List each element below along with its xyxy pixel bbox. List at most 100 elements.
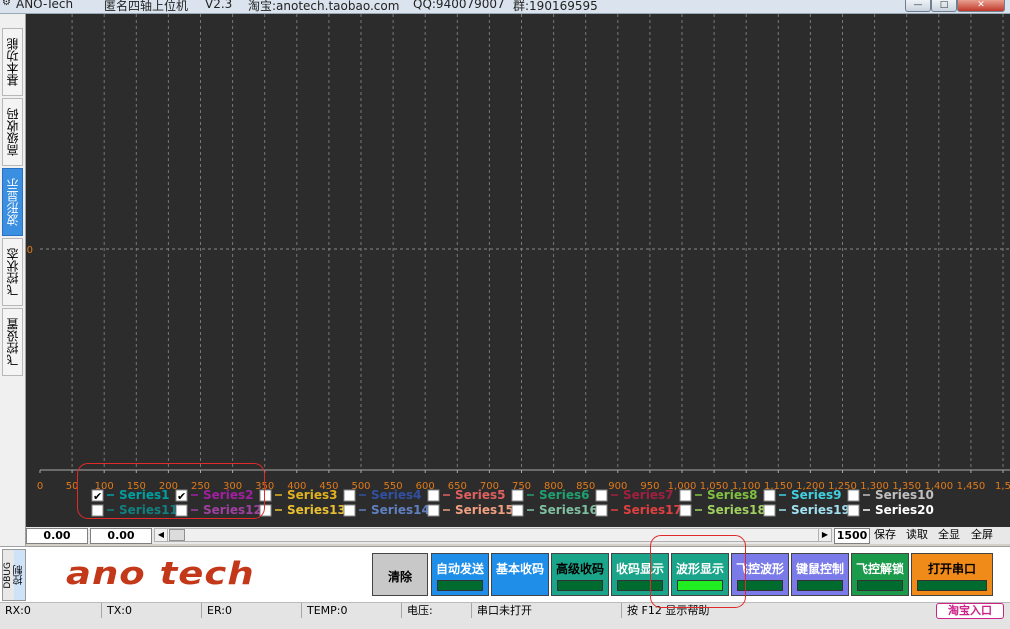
legend-checkmark: ✔ [93,490,102,503]
maximize-button[interactable]: □ [931,0,957,12]
scroll-right-icon[interactable]: ▶ [818,529,831,541]
legend-checkbox [175,504,188,517]
tab-flight-status[interactable]: 飞控状态 [2,238,23,306]
legend-label: Series15 [455,503,514,517]
close-button[interactable]: ✕ [957,0,1005,12]
button-label: 飞控解锁 [855,562,904,576]
app-title: ANO-Tech [16,0,74,11]
open-serial-port-button[interactable]: 打开串口 [911,553,993,596]
tab-waveform[interactable]: 波形显示 [2,168,23,236]
close-icon: ✕ [977,0,985,10]
legend-label: Series3 [287,488,337,502]
chart-svg: 00 50 100 150 200 250 300 350 400 450 500 550 600 650… [27,14,1010,517]
value-box-1: 0.00 [26,528,88,544]
status-indicator [557,580,603,591]
fullscreen-button[interactable]: 全屏 [966,528,998,542]
button-label: 清除 [387,570,412,584]
read-button[interactable]: 读取 [902,528,932,542]
legend-label: Series10 [875,488,934,502]
legend-checkbox [427,489,440,502]
rx-count: RX:0 [0,603,102,618]
qq-info: QQ:940079007 [413,0,505,11]
legend-checkbox [343,489,356,502]
legend-label: Series4 [371,488,421,502]
legend-checkbox [511,504,524,517]
chart-control-row: 0.00 0.00 ◀ ▶ 1500 保存 读取 全显 全屏 [26,527,1010,544]
control-tab[interactable]: 控制 [14,550,25,600]
legend-checkbox [259,489,272,502]
waveform-display-button[interactable]: 波形显示 [671,553,729,596]
y-tick-label: 0 [27,245,33,256]
show-all-button[interactable]: 全显 [934,528,964,542]
save-button[interactable]: 保存 [870,528,900,542]
tab-basic-function[interactable]: 基本功能 [2,28,23,96]
status-indicator [617,580,663,591]
app-version: V2.3 [205,0,233,11]
status-indicator [797,580,843,591]
legend-checkbox [91,504,104,517]
points-input[interactable]: 1500 [834,528,870,544]
legend-checkbox [343,504,356,517]
tab-flight-settings[interactable]: 飞控设置 [2,308,23,376]
taobao-entry-link[interactable]: 淘宝入口 [936,603,1004,619]
legend-checkbox [679,504,692,517]
app-icon: ⚙ [2,0,11,8]
receive-display-button[interactable]: 收码显示 [611,553,669,596]
legend-checkmark: ✔ [177,490,186,503]
auto-send-button[interactable]: 自动发送 [431,553,489,596]
status-indicator [857,580,903,591]
button-label: 波形显示 [675,562,724,576]
legend-checkbox [847,504,860,517]
waveform-chart[interactable]: 0 0 50 100 150 200 250 300 350 400 450 500 550 600 650… [26,14,1010,532]
keyboard-mouse-control-button[interactable]: 键鼠控制 [791,553,849,596]
flight-waveform-button[interactable]: 飞控波形 [731,553,789,596]
button-label: 自动发送 [435,562,484,576]
legend-checkbox [847,489,860,502]
clear-button[interactable]: 清除 [372,553,428,596]
legend-label: Series16 [539,503,598,517]
x-tick-label: 1,5 [995,481,1010,492]
status-indicator [677,580,723,591]
status-indicator [437,580,483,591]
shop-info: 淘宝:anotech.taobao.com [248,0,400,13]
legend-checkbox [595,504,608,517]
x-tick-label: 1,450 [957,481,986,492]
control-panel: DBUG 控制 ano tech 清除 自动发送 基本收码 高级收码 收码显示 波形显示飞… [0,546,1010,603]
title-bar: ⚙ ANO-Tech 匿名四轴上位机 V2.3 淘宝:anotech.taoba… [0,0,1010,14]
legend-label: Series19 [791,503,850,517]
legend-label: Series7 [623,488,673,502]
legend-label: Series13 [287,503,346,517]
legend-checkbox [259,504,272,517]
legend-checkbox [763,489,776,502]
voltage: 电压: [402,603,472,618]
legend-label: Series18 [707,503,766,517]
scroll-thumb[interactable] [169,529,185,541]
legend-checkbox [763,504,776,517]
button-label: 键鼠控制 [795,562,844,576]
basic-receive-button[interactable]: 基本收码 [491,553,549,596]
chart-hscrollbar[interactable]: ◀ ▶ [154,528,832,542]
legend-label: Series2 [203,488,253,502]
scroll-left-icon[interactable]: ◀ [155,529,168,541]
legend-label: Series11 [119,503,178,517]
legend-checkbox [679,489,692,502]
error-count: ER:0 [202,603,302,618]
legend-label: Series8 [707,488,757,502]
x-tick-label: 50 [66,481,79,492]
control-label: 控制 [14,565,25,585]
brand-logo: ano tech [66,555,255,592]
button-label: 收码显示 [615,562,664,576]
legend-label: Series20 [875,503,934,517]
minimize-icon: — [913,0,923,10]
advanced-receive-button[interactable]: 高级收码 [551,553,609,596]
tab-advanced-receive[interactable]: 高级收码 [2,98,23,166]
legend-label: Series5 [455,488,505,502]
button-label: 飞控波形 [735,562,784,576]
legend-checkbox [595,489,608,502]
tab-label: 基本功能 [6,38,20,86]
legend-label: Series12 [203,503,262,517]
value-box-2: 0.00 [90,528,152,544]
flight-unlock-button[interactable]: 飞控解锁 [851,553,909,596]
legend-label: Series17 [623,503,682,517]
minimize-button[interactable]: — [905,0,931,12]
